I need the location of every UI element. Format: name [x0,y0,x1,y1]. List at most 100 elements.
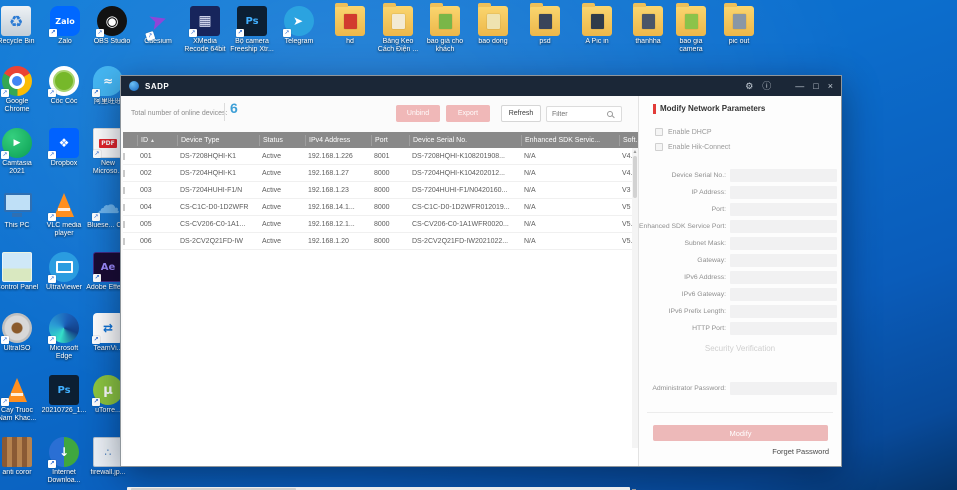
desktop-icon[interactable]: This PC [0,190,40,230]
row-cell: 005 [137,221,177,228]
export-button[interactable]: Export [446,105,490,122]
row-cell: 8000 [371,221,409,228]
desktop-icon[interactable]: psd [522,6,568,46]
folder-accent [685,14,698,29]
desktop-icon-label: Telegram [276,38,322,46]
desktop-icon[interactable]: ↗UltraISO [0,313,40,353]
table-row[interactable]: 001DS-7208HQHI-K1Active192.168.1.2268001… [123,148,638,165]
desktop-icon-label: This PC [0,222,40,230]
row-checkbox[interactable] [123,170,125,177]
desktop-icon[interactable]: ↓↗Internet Downloa... [41,437,87,486]
desktop-icon[interactable]: bao gia camera [668,6,714,55]
books-icon [2,437,32,467]
vertical-scroll-thumb[interactable] [633,156,637,198]
desktop-icon[interactable]: bao dong [470,6,516,46]
field-label: IPv6 Address: [639,271,726,285]
desktop-icon[interactable]: pic out [716,6,762,46]
zalo-icon: Zalo↗ [50,6,80,36]
form-field-row: IP Address: [639,186,841,200]
desktop-icon[interactable]: Zalo↗Zalo [42,6,88,46]
close-button[interactable]: × [828,82,833,91]
table-row[interactable]: 005CS-CV206-C0-1A1...Active192.168.12.1.… [123,216,638,233]
sort-asc-icon[interactable]: ▲ [150,138,155,144]
admin-password-input[interactable] [730,382,837,395]
field-input[interactable] [730,220,837,233]
field-input[interactable] [730,203,837,216]
row-checkbox[interactable] [123,238,125,245]
desktop-icon-label: firewall.jp... [85,469,131,477]
desktop-icon[interactable]: ▶↗Camtasia 2021 [0,128,40,177]
row-cell: 192.168.1.27 [305,170,371,177]
desktop-icon[interactable]: ↗UltraViewer [41,252,87,292]
shortcut-arrow-icon: ↗ [92,398,100,406]
about-info-icon[interactable]: ⓘ [762,82,771,91]
unbind-button[interactable]: Unbind [396,105,440,122]
forget-password-link[interactable]: Forget Password [772,447,829,456]
table-row[interactable]: 003DS-7204HUHI-F1/NActive192.168.1.23800… [123,182,638,199]
desktop-icon-label: Google Chrome [0,98,40,115]
desktop-icon[interactable]: A Pic in [574,6,620,46]
desktop-icon[interactable]: ❖↗Dropbox [41,128,87,168]
row-checkbox[interactable] [123,204,125,211]
minimize-button[interactable]: — [795,82,804,91]
form-field-row: HTTP Port: [639,322,841,336]
desktop-icon[interactable]: ↗Google Chrome [0,66,40,115]
desktop-icon[interactable]: hd [327,6,373,46]
desktop-icon-label: hd [327,38,373,46]
field-input[interactable] [730,322,837,335]
field-label: Enhanced SDK Service Port: [639,220,726,234]
shortcut-arrow-icon: ↗ [96,29,104,37]
desktop-icon[interactable]: anti coror [0,437,40,477]
field-input[interactable] [730,254,837,267]
pdf-red-icon: PDF↗ [93,128,123,158]
folder-accent [642,14,655,29]
desktop-icon-label: 20210726_1... [41,407,87,415]
table-row[interactable]: 006DS-2CV2Q21FD-IWActive192.168.1.208000… [123,233,638,250]
utorrent-icon: µ↗ [93,375,123,405]
field-input[interactable] [730,186,837,199]
checkbox[interactable] [655,143,663,151]
desktop-icon[interactable]: Ps↗Bộ camera Freeship Xtr... [229,6,275,55]
desktop-icon[interactable]: Ps20210726_1... [41,375,87,415]
row-checkbox[interactable] [123,221,125,228]
desktop-icon[interactable]: Control Panel [0,252,40,292]
checkbox[interactable] [655,128,663,136]
row-checkbox[interactable] [123,153,125,160]
field-input[interactable] [730,237,837,250]
refresh-button[interactable]: Refresh [501,105,541,122]
titlebar[interactable]: SADP ⚙ ⓘ — □ × [121,76,841,96]
row-cell: DS-7208HQHI-K108201908... [409,153,521,160]
desktop-icon[interactable]: Băng Keo Cách Điện ... [375,6,421,55]
desktop-icon-label: Bộ camera Freeship Xtr... [229,38,275,55]
desktop-icon[interactable]: bao giá cho khách [422,6,468,55]
form-field-row: Gateway: [639,254,841,268]
row-checkbox[interactable] [123,187,125,194]
table-body: 001DS-7208HQHI-K1Active192.168.1.2268001… [123,148,638,250]
field-input[interactable] [730,271,837,284]
field-input[interactable] [730,288,837,301]
select-all-cell [123,135,137,146]
maximize-button[interactable]: □ [813,82,818,91]
settings-gear-icon[interactable]: ⚙ [745,82,753,91]
desktop-icon[interactable]: ♻Recycle Bin [0,6,39,46]
desktop-icon[interactable]: ↗Microsoft Edge [41,313,87,362]
field-input[interactable] [730,169,837,182]
folder-icon [430,6,460,36]
thispc-icon [2,190,32,220]
table-row[interactable]: 002DS-7204HQHI-K1Active192.168.1.278000D… [123,165,638,182]
form-field-row: IPv6 Prefix Length: [639,305,841,319]
desktop-icon[interactable]: ▦↗XMedia Recode 64bit [182,6,228,55]
desktop-icon[interactable]: ↗Cốc Cốc [41,66,87,106]
desktop-icon[interactable]: ↗VLC media player [41,190,87,239]
filter-input[interactable] [547,111,605,118]
desktop-icon[interactable]: ◉↗OBS Studio [89,6,135,46]
modify-button[interactable]: Modify [653,425,828,441]
desktop-icon[interactable]: ↗Cay Truoc Nam Khac... [0,375,40,424]
desktop-icon[interactable]: thanhha [625,6,671,46]
row-cell: Active [259,204,305,211]
desktop-icon[interactable]: ➤↗Telegram [276,6,322,46]
field-input[interactable] [730,305,837,318]
form-field-row: Device Serial No.: [639,169,841,183]
table-row[interactable]: 004CS-C1C-D0-1D2WFRActive192.168.14.1...… [123,199,638,216]
desktop-icon[interactable]: ➤↗Caesium [135,6,181,46]
